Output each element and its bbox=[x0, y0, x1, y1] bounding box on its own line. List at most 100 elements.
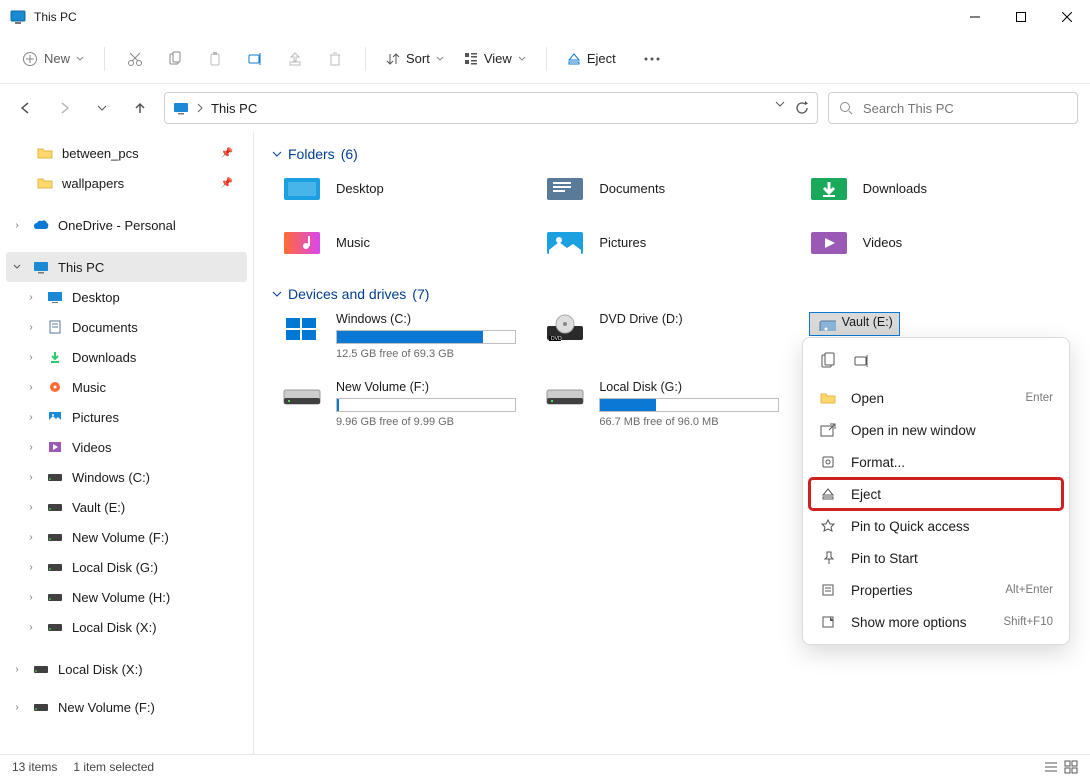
drives-header[interactable]: Devices and drives (7) bbox=[272, 286, 1072, 302]
drive-icon bbox=[282, 312, 322, 344]
cm-item-shortcut: Alt+Enter bbox=[1005, 584, 1053, 596]
context-menu-item[interactable]: Open in new window bbox=[809, 414, 1063, 446]
eject-toolbar-button[interactable]: Eject bbox=[559, 47, 624, 70]
cm-item-icon bbox=[819, 455, 837, 469]
new-button[interactable]: New bbox=[14, 47, 92, 71]
nav-extra-item[interactable]: › New Volume (F:) bbox=[0, 692, 253, 722]
nav-onedrive[interactable]: › OneDrive - Personal bbox=[0, 210, 253, 240]
maximize-button[interactable] bbox=[998, 0, 1044, 34]
nav-label: Documents bbox=[72, 320, 138, 335]
folder-icon bbox=[36, 177, 54, 189]
navigation-row: This PC bbox=[0, 84, 1090, 132]
addr-dropdown-icon[interactable] bbox=[775, 101, 785, 115]
nav-tree-item[interactable]: › New Volume (F:) bbox=[0, 522, 253, 552]
drive-free: 66.7 MB free of 96.0 MB bbox=[599, 416, 779, 428]
nav-tree-item[interactable]: › Downloads bbox=[0, 342, 253, 372]
nav-label: Downloads bbox=[72, 350, 136, 365]
breadcrumb[interactable]: This PC bbox=[211, 101, 257, 116]
nav-tree-item[interactable]: › New Volume (H:) bbox=[0, 582, 253, 612]
nav-tree-item[interactable]: › Videos bbox=[0, 432, 253, 462]
search-input[interactable] bbox=[863, 101, 1067, 116]
item-icon bbox=[46, 380, 64, 394]
nav-tree-item[interactable]: › Pictures bbox=[0, 402, 253, 432]
cut-button[interactable] bbox=[117, 41, 153, 77]
nav-tree-item[interactable]: › Documents bbox=[0, 312, 253, 342]
copy-button[interactable] bbox=[157, 41, 193, 77]
nav-tree-item[interactable]: › Local Disk (G:) bbox=[0, 552, 253, 582]
minimize-button[interactable] bbox=[952, 0, 998, 34]
close-button[interactable] bbox=[1044, 0, 1090, 34]
nav-tree-item[interactable]: › Local Disk (X:) bbox=[0, 612, 253, 642]
drives-title: Devices and drives bbox=[288, 286, 406, 302]
folder-label: Videos bbox=[863, 235, 903, 250]
folders-header[interactable]: Folders (6) bbox=[272, 146, 1072, 162]
sort-button[interactable]: Sort bbox=[378, 47, 452, 70]
eject-label: Eject bbox=[587, 51, 616, 66]
nav-tree-item[interactable]: › Desktop bbox=[0, 282, 253, 312]
nav-quick-item[interactable]: wallpapers 📌 bbox=[0, 168, 253, 198]
thumbnails-view-button[interactable] bbox=[1064, 760, 1078, 774]
folder-item[interactable]: Videos bbox=[809, 226, 1072, 258]
drive-item[interactable]: New Volume (F:) 9.96 GB free of 9.99 GB bbox=[282, 380, 545, 428]
context-menu-item[interactable]: Open Enter bbox=[809, 382, 1063, 414]
forward-button[interactable] bbox=[50, 94, 78, 122]
titlebar: This PC bbox=[0, 0, 1090, 34]
thispc-icon bbox=[32, 260, 50, 274]
window-title: This PC bbox=[34, 10, 77, 24]
rename-button[interactable] bbox=[237, 41, 273, 77]
nav-label: Desktop bbox=[72, 290, 120, 305]
thispc-icon bbox=[173, 100, 189, 116]
nav-tree-item[interactable]: › Music bbox=[0, 372, 253, 402]
delete-button[interactable] bbox=[317, 41, 353, 77]
nav-label: Music bbox=[72, 380, 106, 395]
item-icon bbox=[46, 472, 64, 482]
window-controls bbox=[952, 0, 1090, 34]
nav-label: wallpapers bbox=[62, 176, 124, 191]
more-button[interactable] bbox=[634, 41, 670, 77]
nav-this-pc[interactable]: This PC bbox=[6, 252, 247, 282]
folder-item[interactable]: Documents bbox=[545, 172, 808, 204]
divider bbox=[104, 47, 105, 71]
drive-name: DVD Drive (D:) bbox=[599, 312, 779, 326]
share-button[interactable] bbox=[277, 41, 313, 77]
back-button[interactable] bbox=[12, 94, 40, 122]
paste-button[interactable] bbox=[197, 41, 233, 77]
folder-label: Pictures bbox=[599, 235, 646, 250]
drive-item[interactable]: DVD DVD Drive (D:) bbox=[545, 312, 808, 360]
drive-icon: DVD bbox=[545, 312, 585, 344]
cm-item-icon bbox=[819, 423, 837, 437]
drive-usage-bar bbox=[599, 398, 779, 412]
new-label: New bbox=[44, 51, 70, 66]
view-button[interactable]: View bbox=[456, 47, 534, 70]
details-view-button[interactable] bbox=[1044, 760, 1058, 774]
cm-rename-icon[interactable] bbox=[853, 352, 873, 372]
context-menu-item[interactable]: Pin to Start bbox=[809, 542, 1063, 574]
divider bbox=[546, 47, 547, 71]
nav-quick-item[interactable]: between_pcs 📌 bbox=[0, 138, 253, 168]
nav-tree-item[interactable]: › Windows (C:) bbox=[0, 462, 253, 492]
item-icon bbox=[46, 411, 64, 423]
context-menu-item[interactable]: Pin to Quick access bbox=[809, 510, 1063, 542]
refresh-button[interactable] bbox=[795, 101, 809, 115]
cm-copy-icon[interactable] bbox=[819, 352, 839, 372]
drive-item[interactable]: Local Disk (G:) 66.7 MB free of 96.0 MB bbox=[545, 380, 808, 428]
folder-item[interactable]: Desktop bbox=[282, 172, 545, 204]
context-menu-item[interactable]: Eject bbox=[809, 478, 1063, 510]
folder-label: Music bbox=[336, 235, 370, 250]
context-menu-item[interactable]: Properties Alt+Enter bbox=[809, 574, 1063, 606]
drive-item[interactable]: Windows (C:) 12.5 GB free of 69.3 GB bbox=[282, 312, 545, 360]
cm-item-label: Pin to Start bbox=[851, 551, 1039, 566]
item-count: 13 items bbox=[12, 760, 57, 774]
folder-item[interactable]: Pictures bbox=[545, 226, 808, 258]
recent-button[interactable] bbox=[88, 94, 116, 122]
folder-item[interactable]: Music bbox=[282, 226, 545, 258]
nav-tree-item[interactable]: › Vault (E:) bbox=[0, 492, 253, 522]
address-bar[interactable]: This PC bbox=[164, 92, 818, 124]
context-menu-item[interactable]: Show more options Shift+F10 bbox=[809, 606, 1063, 638]
search-box[interactable] bbox=[828, 92, 1078, 124]
up-button[interactable] bbox=[126, 94, 154, 122]
navigation-pane: between_pcs 📌 wallpapers 📌 › OneDrive - … bbox=[0, 132, 254, 754]
context-menu-item[interactable]: Format... bbox=[809, 446, 1063, 478]
folder-item[interactable]: Downloads bbox=[809, 172, 1072, 204]
nav-extra-item[interactable]: › Local Disk (X:) bbox=[0, 654, 253, 684]
